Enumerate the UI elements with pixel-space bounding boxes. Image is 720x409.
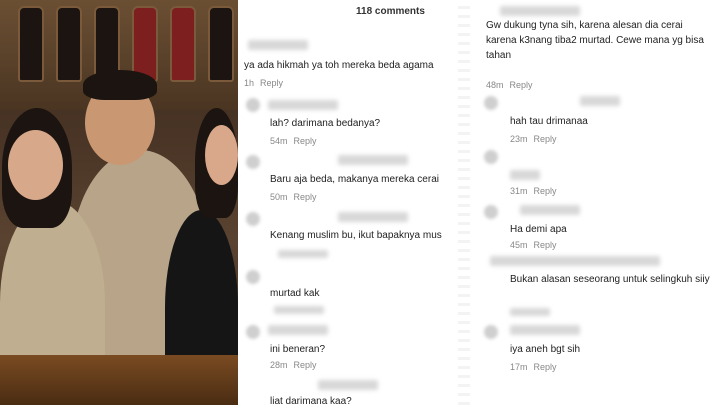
username-blurred (520, 205, 580, 215)
bottle (208, 6, 234, 82)
comment-text: ini beneran? (270, 344, 326, 355)
photo (0, 0, 238, 405)
reply-button[interactable]: Reply (510, 80, 533, 90)
avatar (484, 325, 498, 339)
avatar (484, 96, 498, 110)
comment-text: Gw dukung tyna sih, karena alesan dia ce… (486, 20, 704, 61)
comment-meta: 31m Reply (510, 186, 557, 196)
comment-text: ya ada hikmah ya toh mereka beda agama (244, 60, 434, 71)
comment-text: Kenang muslim bu, ikut bapaknya mus (270, 230, 442, 241)
reply-button[interactable]: Reply (294, 192, 317, 202)
comment-text: Baru aja beda, makanya mereka cerai (270, 174, 439, 185)
comments-panel-left: 118 comments ya ada hikmah ya toh mereka… (238, 0, 458, 407)
reply-button[interactable]: Reply (534, 240, 557, 250)
reply-button[interactable]: Reply (294, 136, 317, 146)
comments-count: 118 comments (356, 6, 425, 17)
comment-meta: 50m Reply (270, 192, 317, 202)
comment-meta: 1h Reply (244, 78, 284, 88)
comment-text: Bukan alasan seseorang untuk selingkuh s… (510, 274, 710, 285)
comment-text: lah? darimana bedanya? (270, 118, 381, 129)
avatar (246, 212, 260, 226)
comment-text: murtad kak (270, 288, 320, 299)
reply-button[interactable]: Reply (534, 362, 557, 372)
woman-right-head (205, 125, 238, 185)
username-blurred (268, 325, 328, 335)
username-blurred (338, 212, 408, 222)
username-blurred (500, 6, 580, 16)
comment-meta: 48m Reply (486, 80, 533, 90)
bottle (18, 6, 44, 82)
username-blurred (510, 325, 580, 335)
comment-meta: 45m Reply (510, 240, 557, 250)
reply-button[interactable]: Reply (534, 134, 557, 144)
avatar (246, 270, 260, 284)
comment-text: hah tau drimanaa (510, 116, 588, 127)
username-blurred (268, 100, 338, 110)
comment-meta: 54m Reply (270, 136, 317, 146)
avatar (246, 155, 260, 169)
reply-button[interactable]: Reply (534, 186, 557, 196)
comment-meta-blurred (278, 250, 328, 258)
comment-meta: 23m Reply (510, 134, 557, 144)
avatar (246, 325, 260, 339)
woman-left-head (8, 130, 63, 200)
username-blurred (490, 256, 660, 266)
avatar (484, 150, 498, 164)
username-blurred (338, 155, 408, 165)
username-blurred (248, 40, 308, 50)
comment-meta: 17m Reply (510, 362, 557, 372)
comment-text: iya aneh bgt sih (510, 344, 581, 355)
comment-meta-blurred (274, 306, 324, 314)
reply-button[interactable]: Reply (294, 360, 317, 370)
comment-text: liat darimana kaa? (270, 396, 352, 407)
username-blurred (318, 380, 378, 390)
comment-text: Ha demi apa (510, 224, 567, 235)
comments-panel-right: Gw dukung tyna sih, karena alesan dia ce… (470, 0, 720, 405)
avatar (246, 98, 260, 112)
comment-text-blurred (510, 170, 540, 180)
reply-button[interactable]: Reply (260, 78, 283, 88)
wooden-table (0, 355, 238, 405)
comment-meta-blurred (510, 308, 550, 316)
username-blurred (580, 96, 620, 106)
avatar (484, 205, 498, 219)
comment-meta: 28m Reply (270, 360, 317, 370)
man-hair (83, 70, 157, 100)
bottle (170, 6, 196, 82)
bottle (56, 6, 82, 82)
